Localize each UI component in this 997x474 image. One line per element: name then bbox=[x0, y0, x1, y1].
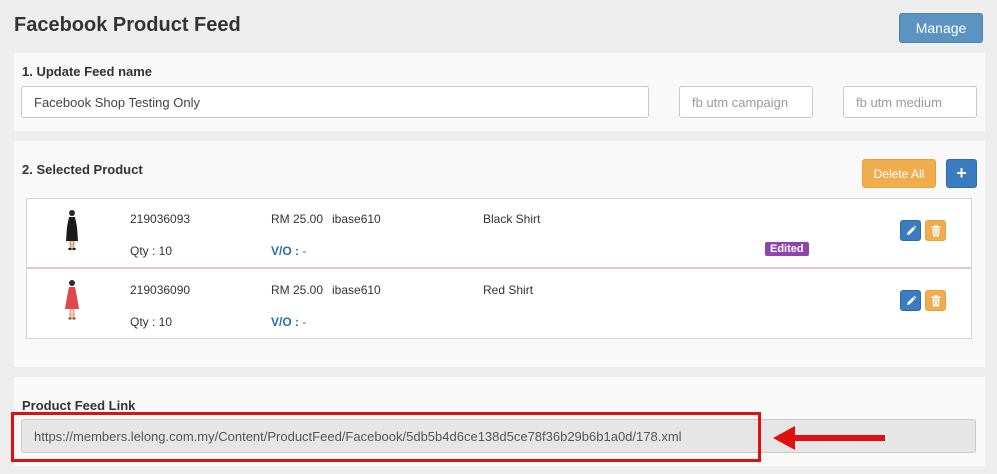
trash-icon bbox=[931, 294, 940, 306]
table-row: 219036093 Qty : 10 RM 25.00 ibase610 V/O… bbox=[27, 199, 971, 269]
pencil-icon bbox=[906, 225, 916, 235]
pencil-icon bbox=[906, 295, 916, 305]
product-id: 219036093 bbox=[130, 212, 191, 226]
product-thumbnail[interactable] bbox=[63, 279, 81, 321]
product-vo: V/O : - bbox=[271, 315, 306, 329]
product-qty: Qty : 10 bbox=[130, 315, 173, 329]
product-seller: ibase610 bbox=[332, 212, 381, 226]
product-price: RM 25.00 bbox=[271, 212, 324, 226]
product-table: 219036093 Qty : 10 RM 25.00 ibase610 V/O… bbox=[26, 198, 972, 339]
selected-product-section-label: 2. Selected Product bbox=[22, 162, 143, 177]
feed-link-section-label: Product Feed Link bbox=[22, 398, 136, 413]
status-badge: Edited bbox=[765, 242, 809, 256]
vo-label: V/O : bbox=[271, 244, 300, 258]
delete-product-button[interactable] bbox=[925, 220, 946, 241]
product-id: 219036090 bbox=[130, 283, 191, 297]
add-product-button[interactable]: + bbox=[946, 159, 977, 188]
product-qty: Qty : 10 bbox=[130, 244, 173, 258]
product-seller: ibase610 bbox=[332, 283, 381, 297]
highlight-box bbox=[11, 412, 761, 462]
product-vo: V/O : - bbox=[271, 244, 306, 258]
page-title: Facebook Product Feed bbox=[14, 14, 241, 36]
product-price: RM 25.00 bbox=[271, 283, 324, 297]
edit-product-button[interactable] bbox=[900, 220, 921, 241]
utm-medium-input[interactable]: fb utm medium bbox=[843, 86, 977, 118]
arrow-left-icon bbox=[773, 426, 885, 450]
feed-name-input[interactable]: Facebook Shop Testing Only bbox=[21, 86, 649, 118]
delete-product-button[interactable] bbox=[925, 290, 946, 311]
vo-value: - bbox=[299, 315, 307, 329]
feed-name-section-label: 1. Update Feed name bbox=[22, 64, 153, 79]
vo-value: - bbox=[299, 244, 307, 258]
table-row: 219036090 Qty : 10 RM 25.00 ibase610 V/O… bbox=[27, 270, 971, 340]
trash-icon bbox=[931, 224, 940, 236]
vo-label: V/O : bbox=[271, 315, 300, 329]
edit-product-button[interactable] bbox=[900, 290, 921, 311]
utm-campaign-input[interactable]: fb utm campaign bbox=[679, 86, 813, 118]
manage-button[interactable]: Manage bbox=[899, 13, 983, 43]
product-thumbnail[interactable] bbox=[63, 209, 81, 251]
product-name: Red Shirt bbox=[483, 283, 534, 297]
product-name: Black Shirt bbox=[483, 212, 541, 226]
delete-all-button[interactable]: Delete All bbox=[862, 159, 936, 188]
